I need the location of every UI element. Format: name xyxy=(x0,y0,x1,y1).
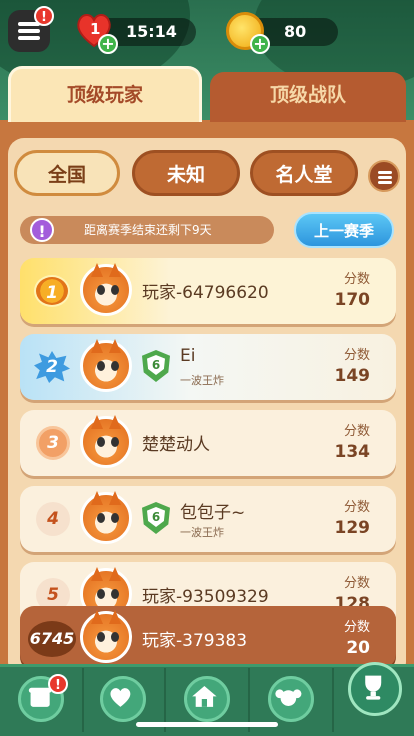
player-name: 楚楚动人 xyxy=(142,435,210,455)
player-score: 170 xyxy=(334,290,371,310)
nav-shop-badge: ! xyxy=(48,674,68,694)
leaderboard-row[interactable]: 4 6 包包子~ 一波王炸 分数 129 xyxy=(20,486,396,552)
leaderboard-row[interactable]: 3 楚楚动人 分数 134 xyxy=(20,410,396,476)
player-score: 149 xyxy=(334,366,371,386)
rank-3-badge: 3 xyxy=(36,426,70,460)
trophy-icon xyxy=(365,675,382,700)
player-name: 包包子~ xyxy=(180,503,246,523)
home-icon xyxy=(192,685,217,707)
avatar xyxy=(80,340,132,392)
tab-top-teams[interactable]: 顶级战队 xyxy=(210,72,406,122)
my-rank-row[interactable]: 6745 玩家-379383 分数 20 xyxy=(20,606,396,668)
home-indicator xyxy=(136,722,278,727)
menu-line xyxy=(18,36,40,40)
player-name: Ei xyxy=(180,346,196,366)
team-shield-icon: 6 xyxy=(142,502,170,534)
score-label: 分数 xyxy=(343,620,370,635)
nav-team[interactable] xyxy=(268,676,314,722)
leaderboard-row[interactable]: 1 玩家-64796620 分数 170 xyxy=(20,258,396,324)
menu-button[interactable]: ! xyxy=(8,6,54,52)
info-icon: ! xyxy=(30,218,54,242)
lives-count: 1 xyxy=(90,20,101,38)
avatar xyxy=(80,416,132,468)
nav-divider xyxy=(82,668,84,732)
tab-top-players[interactable]: 顶级玩家 xyxy=(8,66,202,122)
leaderboard-row[interactable]: 2 6 Ei 一波王炸 分数 149 xyxy=(20,334,396,400)
filter-hall-of-fame[interactable]: 名人堂 xyxy=(250,150,358,196)
player-score: 134 xyxy=(334,442,371,462)
filter-national[interactable]: 全国 xyxy=(14,150,120,196)
avatar xyxy=(80,264,132,316)
nav-leaderboard[interactable] xyxy=(348,662,402,716)
rank-number: 4 xyxy=(36,502,70,536)
menu-badge: ! xyxy=(34,6,54,26)
team-shield-icon: 6 xyxy=(142,350,170,382)
avatar xyxy=(80,611,132,663)
player-name: 玩家-64796620 xyxy=(142,283,269,303)
nav-lives[interactable] xyxy=(100,676,146,722)
nav-divider xyxy=(332,668,334,732)
score-label: 分数 xyxy=(343,576,370,591)
team-icon xyxy=(275,689,302,706)
rank-2-badge: 2 xyxy=(34,351,70,383)
coins-count: 80 xyxy=(284,22,307,41)
filter-unknown[interactable]: 未知 xyxy=(132,150,240,196)
score-label: 分数 xyxy=(343,348,370,363)
menu-line xyxy=(378,176,392,179)
more-filters-button[interactable] xyxy=(368,160,400,192)
my-score: 20 xyxy=(346,638,370,658)
team-name: 一波王炸 xyxy=(180,526,224,539)
avatar xyxy=(80,492,132,544)
rank-1-medal: 1 xyxy=(34,275,70,307)
score-label: 分数 xyxy=(343,424,370,439)
lives-timer: 15:14 xyxy=(126,22,177,41)
previous-season-button[interactable]: 上一赛季 xyxy=(294,212,394,248)
add-lives-button[interactable]: + xyxy=(98,34,118,54)
score-label: 分数 xyxy=(343,272,370,287)
my-name: 玩家-379383 xyxy=(142,631,248,651)
heart-icon xyxy=(110,688,131,707)
menu-line xyxy=(18,29,40,33)
menu-line xyxy=(378,171,392,174)
player-score: 129 xyxy=(334,518,371,538)
add-coins-button[interactable]: + xyxy=(250,34,270,54)
my-rank: 6745 xyxy=(28,621,76,657)
team-name: 一波王炸 xyxy=(180,374,224,387)
score-label: 分数 xyxy=(343,500,370,515)
nav-home[interactable] xyxy=(184,676,230,722)
season-notice: 距离赛季结束还剩下9天 xyxy=(20,216,274,244)
menu-line xyxy=(378,181,392,184)
player-name: 玩家-93509329 xyxy=(142,587,269,607)
